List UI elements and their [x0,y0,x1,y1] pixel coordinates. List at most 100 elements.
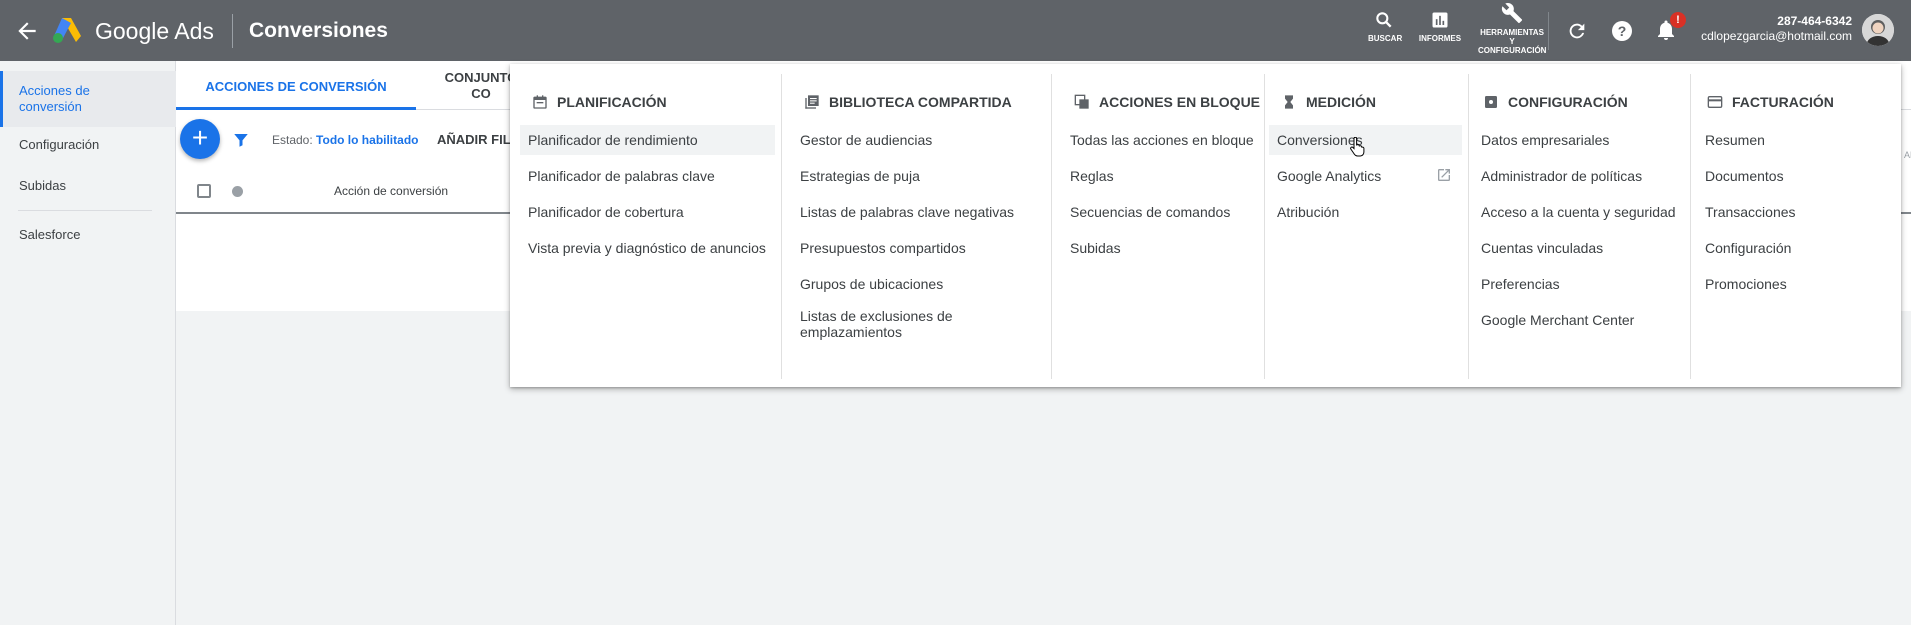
menu-item-merchant-center[interactable]: Google Merchant Center [1473,305,1684,335]
sidebar-item-settings[interactable]: Configuración [0,137,176,157]
tools-settings-menu: PLANIFICACIÓN Planificador de rendimient… [510,64,1901,387]
menu-column-measurement: MEDICIÓN Conversiones Google Analytics A… [1265,74,1469,379]
menu-item-location-groups[interactable]: Grupos de ubicaciones [792,269,1045,299]
menu-column-planning: PLANIFICACIÓN Planificador de rendimient… [510,74,782,379]
account-email: cdlopezgarcia@hotmail.com [1701,29,1852,43]
avatar-photo-icon [1862,14,1894,46]
menu-item-label: Gestor de audiencias [800,132,933,148]
sidebar-item-uploads[interactable]: Subidas [0,178,176,198]
tools-divider [1548,12,1549,50]
svg-text:?: ? [1618,23,1627,39]
menu-item-label: Documentos [1705,168,1784,184]
menu-item-label: Acceso a la cuenta y seguridad [1481,204,1676,220]
tools-label-line-1: HERRAMIENTAS [1480,28,1544,37]
menu-item-ad-preview[interactable]: Vista previa y diagnóstico de anuncios [520,233,775,263]
menu-item-label: Planificador de cobertura [528,204,684,220]
refresh-icon[interactable] [1566,20,1588,42]
status-dot-icon [232,186,243,197]
menu-item-label: Google Analytics [1277,168,1382,184]
account-phone: 287-464-6342 [1777,14,1852,28]
menu-item-attribution[interactable]: Atribución [1269,197,1462,227]
menu-heading-planning: PLANIFICACIÓN [532,94,667,110]
menu-heading-label: PLANIFICACIÓN [557,94,667,110]
menu-item-bid-strategies[interactable]: Estrategias de puja [792,161,1045,191]
menu-item-rules[interactable]: Reglas [1062,161,1258,191]
tab-label: ACCIONES DE CONVERSIÓN [205,79,387,94]
page-title: Conversiones [249,19,388,42]
menu-item-keyword-planner[interactable]: Planificador de palabras clave [520,161,775,191]
back-arrow-icon[interactable] [14,18,40,44]
hourglass-icon [1285,95,1293,109]
menu-heading-label: CONFIGURACIÓN [1508,94,1628,110]
library-icon [805,95,819,109]
sidebar-item-conversion-actions[interactable]: Acciones de conversión [0,71,176,127]
menu-item-linked-accounts[interactable]: Cuentas vinculadas [1473,233,1684,263]
menu-item-promotions[interactable]: Promociones [1697,269,1895,299]
menu-item-account-access[interactable]: Acceso a la cuenta y seguridad [1473,197,1684,227]
status-label: Estado: [272,133,313,147]
menu-item-label: Atribución [1277,204,1340,220]
menu-item-placement-exclusion-lists[interactable]: Listas de exclusiones de emplazamientos [792,305,982,343]
header-divider [232,14,233,48]
account-info[interactable]: 287-464-6342 cdlopezgarcia@hotmail.com [1701,14,1852,44]
menu-item-business-data[interactable]: Datos empresariales [1473,125,1684,155]
plus-icon: + [191,122,209,153]
menu-heading-label: BIBLIOTECA COMPARTIDA [829,94,1012,110]
menu-heading-shared-library: BIBLIOTECA COMPARTIDA [804,94,1012,110]
menu-item-label: Vista previa y diagnóstico de anuncios [528,240,766,256]
menu-item-negative-keyword-lists[interactable]: Listas de palabras clave negativas [792,197,1045,227]
menu-item-audience-manager[interactable]: Gestor de audiencias [792,125,1045,155]
menu-item-shared-budgets[interactable]: Presupuestos compartidos [792,233,1045,263]
sidebar-item-label: Subidas [19,178,66,193]
menu-item-label: Google Merchant Center [1481,312,1635,328]
tab-conversion-actions[interactable]: ACCIONES DE CONVERSIÓN [176,61,416,110]
notification-badge: ! [1670,12,1686,28]
menu-column-bulk-actions: ACCIONES EN BLOQUE Todas las acciones en… [1052,74,1265,379]
menu-item-all-bulk-actions[interactable]: Todas las acciones en bloque [1062,125,1258,155]
menu-item-label: Resumen [1705,132,1765,148]
menu-item-google-analytics[interactable]: Google Analytics [1269,161,1462,191]
menu-item-label: Listas de exclusiones de emplazamientos [800,308,953,340]
reports-button[interactable]: INFORMES [1418,10,1462,43]
tools-settings-button[interactable]: HERRAMIENTAS Y CONFIGURACIÓN [1478,2,1546,55]
menu-item-scripts[interactable]: Secuencias de comandos [1062,197,1258,227]
tools-label-line-3: CONFIGURACIÓN [1478,46,1547,55]
menu-item-label: Grupos de ubicaciones [800,276,944,292]
menu-heading-label: MEDICIÓN [1306,94,1376,110]
menu-heading-billing: FACTURACIÓN [1707,94,1834,110]
menu-heading-label: ACCIONES EN BLOQUE [1099,94,1261,110]
menu-item-label: Promociones [1705,276,1787,292]
menu-item-policy-manager[interactable]: Administrador de políticas [1473,161,1684,191]
menu-item-reach-planner[interactable]: Planificador de cobertura [520,197,775,227]
select-all-checkbox[interactable] [197,184,211,198]
menu-item-summary[interactable]: Resumen [1697,125,1895,155]
menu-item-uploads[interactable]: Subidas [1062,233,1258,263]
menu-item-billing-settings[interactable]: Configuración [1697,233,1895,263]
filter-icon[interactable] [232,131,250,149]
menu-item-transactions[interactable]: Transacciones [1697,197,1895,227]
help-icon[interactable]: ? [1610,19,1634,43]
status-filter[interactable]: Estado: Todo lo habilitado [272,133,418,147]
column-header-conversion-action[interactable]: Acción de conversión [334,184,448,198]
menu-item-conversions[interactable]: Conversiones [1269,125,1462,157]
menu-item-documents[interactable]: Documentos [1697,161,1895,191]
avatar[interactable] [1862,14,1894,46]
search-icon [1376,12,1392,28]
wrench-icon [1501,3,1523,24]
sidebar-item-salesforce[interactable]: Salesforce [0,227,176,247]
menu-column-shared-library: BIBLIOTECA COMPARTIDA Gestor de audienci… [782,74,1052,379]
calendar-icon [533,95,547,109]
brand-name: Google Ads [95,18,214,44]
menu-heading-measurement: MEDICIÓN [1281,94,1376,110]
menu-item-preferences[interactable]: Preferencias [1473,269,1684,299]
menu-heading-bulk-actions: ACCIONES EN BLOQUE [1074,94,1260,110]
card-icon [1707,96,1723,108]
menu-item-performance-planner[interactable]: Planificador de rendimiento [520,125,775,155]
reports-button-label: INFORMES [1418,34,1462,43]
menu-item-label: Datos empresariales [1481,132,1610,148]
add-conversion-button[interactable]: + [180,119,220,159]
status-value: Todo lo habilitado [316,133,419,147]
add-filter-button[interactable]: AÑADIR FIL [437,132,511,147]
sidebar-item-label: Acciones de conversión [19,83,90,114]
search-button[interactable]: BUSCAR [1368,10,1402,43]
